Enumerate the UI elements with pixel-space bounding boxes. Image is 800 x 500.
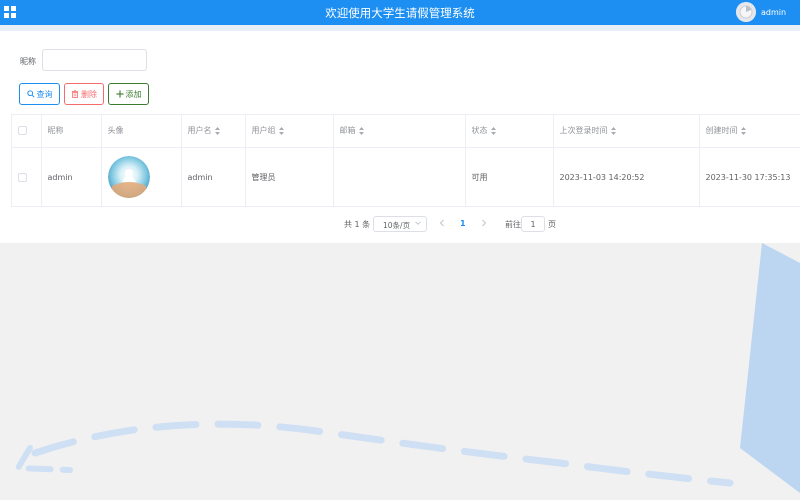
table-header-row: 昵称 头像 用户名 用户组 邮箱 状态 上次登录时间 创建时间 <box>12 115 800 148</box>
column-header-created[interactable]: 创建时间 <box>699 115 800 148</box>
table-row[interactable]: admin admin 管理员 可用 2023-11-03 14:20:52 2… <box>12 147 800 207</box>
column-header-email[interactable]: 邮箱 <box>333 115 466 148</box>
cell-username: admin <box>181 147 246 207</box>
row-select-cell <box>12 147 42 207</box>
column-header-last-login[interactable]: 上次登录时间 <box>553 115 700 148</box>
pagination: 共 1 条 10条/页 1 前往 页 <box>0 215 800 233</box>
column-header-group[interactable]: 用户组 <box>245 115 334 148</box>
cell-last-login: 2023-11-03 14:20:52 <box>553 147 700 207</box>
column-header-status[interactable]: 状态 <box>465 115 554 148</box>
row-checkbox[interactable] <box>18 172 27 182</box>
nickname-label: 昵称 <box>20 57 36 66</box>
sort-icon[interactable] <box>278 126 284 135</box>
chevron-down-icon <box>415 221 421 225</box>
page-size-select[interactable]: 10条/页 <box>373 216 427 232</box>
add-button[interactable]: 添加 <box>108 83 149 105</box>
page-size-value: 10条/页 <box>383 221 411 230</box>
add-button-label: 添加 <box>125 89 142 99</box>
cell-group: 管理员 <box>245 147 334 207</box>
sort-icon[interactable] <box>214 126 220 135</box>
sort-icon[interactable] <box>610 126 616 135</box>
next-page-icon[interactable] <box>480 218 488 228</box>
goto-label: 前往 <box>505 220 521 229</box>
avatar-image <box>107 156 150 199</box>
user-avatar[interactable] <box>736 2 756 22</box>
sort-icon[interactable] <box>490 126 496 135</box>
column-header-nickname: 昵称 <box>41 115 102 148</box>
user-name[interactable]: admin <box>761 8 786 17</box>
current-page[interactable]: 1 <box>460 219 466 228</box>
cell-status: 可用 <box>465 147 554 207</box>
goto-page-input[interactable] <box>521 216 545 232</box>
select-all-checkbox[interactable] <box>18 126 27 136</box>
column-header-username[interactable]: 用户名 <box>181 115 246 148</box>
select-all-cell <box>12 115 42 148</box>
top-bar: 欢迎使用大学生请假管理系统 admin <box>0 0 800 25</box>
search-button[interactable]: 查询 <box>19 83 60 105</box>
search-icon <box>26 90 35 98</box>
column-header-avatar: 头像 <box>101 115 182 148</box>
app-title: 欢迎使用大学生请假管理系统 <box>325 6 475 20</box>
main-panel: 昵称 查询 删除 添加 昵称 头像 用户名 用户组 邮箱 状态 上次登录时间 创… <box>0 31 800 243</box>
background-decoration <box>12 243 800 493</box>
sort-icon[interactable] <box>358 126 364 135</box>
sort-icon[interactable] <box>740 126 746 135</box>
cell-created: 2023-11-30 17:35:13 <box>699 147 800 207</box>
trash-icon <box>71 90 79 98</box>
search-button-label: 查询 <box>36 89 53 99</box>
cell-email <box>333 147 466 207</box>
cell-nickname: admin <box>41 147 102 207</box>
pagination-total: 共 1 条 <box>344 220 371 229</box>
goto-suffix: 页 <box>548 220 556 229</box>
delete-button[interactable]: 删除 <box>64 83 104 105</box>
delete-button-label: 删除 <box>81 89 97 99</box>
nickname-input[interactable] <box>42 49 147 71</box>
plus-icon <box>115 90 124 98</box>
prev-page-icon[interactable] <box>438 218 446 228</box>
cell-avatar <box>101 147 182 207</box>
user-table: 昵称 头像 用户名 用户组 邮箱 状态 上次登录时间 创建时间 admin ad… <box>11 114 800 207</box>
